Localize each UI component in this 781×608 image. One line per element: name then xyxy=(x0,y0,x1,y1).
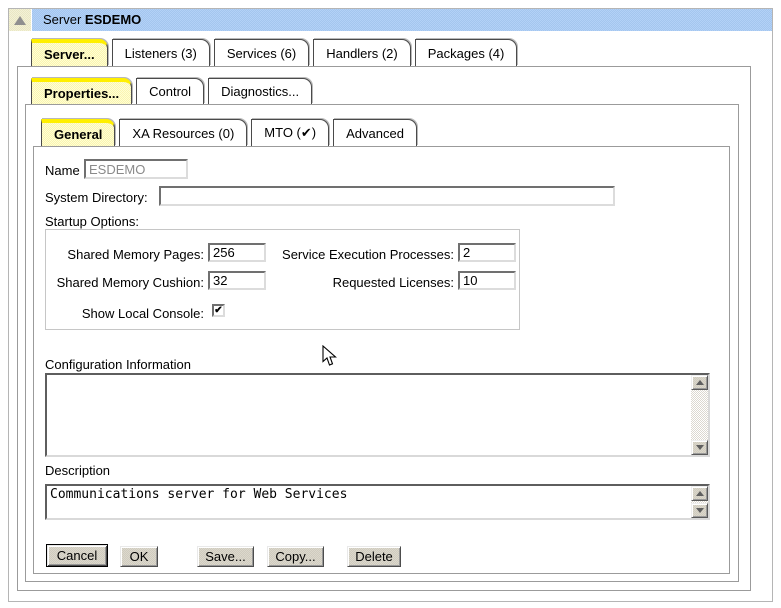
shared-memory-cushion-input[interactable] xyxy=(208,271,266,290)
configuration-information-scrollbar[interactable] xyxy=(691,375,708,455)
properties-panel: General XA Resources (0) MTO (✔) Advance… xyxy=(25,104,739,582)
show-local-console-checkbox[interactable]: ✔ xyxy=(212,304,225,317)
system-directory-label: System Directory: xyxy=(45,190,148,205)
name-label: Name xyxy=(45,163,80,178)
tabrow-server: Server... Listeners (3) Services (6) Han… xyxy=(31,39,521,66)
tab-server[interactable]: Server... xyxy=(31,39,108,66)
tab-handlers[interactable]: Handlers (2) xyxy=(313,39,411,66)
description-textarea[interactable]: Communications server for Web Services xyxy=(47,486,691,518)
startup-options-groupbox: Shared Memory Pages: Service Execution P… xyxy=(45,229,520,330)
triangle-up-icon xyxy=(14,16,26,25)
tab-general[interactable]: General xyxy=(41,119,115,146)
app-window: Server ESDEMO Server... Listeners (3) Se… xyxy=(8,8,773,602)
name-input xyxy=(84,159,188,179)
tab-diagnostics[interactable]: Diagnostics... xyxy=(208,78,312,104)
tab-control[interactable]: Control xyxy=(136,78,204,104)
tabrow-properties: Properties... Control Diagnostics... xyxy=(31,78,316,104)
requested-licenses-input[interactable] xyxy=(458,271,516,290)
shared-memory-cushion-label: Shared Memory Cushion: xyxy=(54,275,204,290)
tab-xa-resources[interactable]: XA Resources (0) xyxy=(119,119,247,146)
configuration-information-textarea[interactable] xyxy=(47,375,691,455)
arrow-down-icon xyxy=(696,445,704,450)
server-name: ESDEMO xyxy=(85,12,141,27)
scroll-down-button[interactable] xyxy=(691,503,708,518)
scroll-up-button[interactable] xyxy=(691,375,708,390)
system-directory-input[interactable] xyxy=(159,186,615,206)
description-label: Description xyxy=(45,463,110,478)
tab-listeners[interactable]: Listeners (3) xyxy=(112,39,210,66)
show-local-console-label: Show Local Console: xyxy=(54,306,204,321)
delete-button[interactable]: Delete xyxy=(347,546,401,567)
scroll-track[interactable] xyxy=(691,390,708,440)
shared-memory-pages-input[interactable] xyxy=(208,243,266,262)
tab-mto[interactable]: MTO (✔) xyxy=(251,119,329,146)
service-execution-processes-input[interactable] xyxy=(458,243,516,262)
configuration-information-label: Configuration Information xyxy=(45,357,191,372)
tab-properties[interactable]: Properties... xyxy=(31,78,132,104)
save-button[interactable]: Save... xyxy=(197,546,254,567)
header-title-prefix: Server xyxy=(43,12,81,27)
arrow-down-icon xyxy=(696,508,704,513)
collapse-icon-box[interactable] xyxy=(9,9,31,31)
server-panel: Properties... Control Diagnostics... Gen… xyxy=(17,66,751,591)
startup-options-label: Startup Options: xyxy=(45,214,139,229)
ok-button[interactable]: OK xyxy=(120,546,158,567)
service-execution-processes-label: Service Execution Processes: xyxy=(264,247,454,262)
scroll-up-button[interactable] xyxy=(691,486,708,501)
copy-button[interactable]: Copy... xyxy=(267,546,324,567)
scroll-down-button[interactable] xyxy=(691,440,708,455)
description-scrollbar[interactable] xyxy=(691,486,708,518)
tab-packages[interactable]: Packages (4) xyxy=(415,39,518,66)
cancel-button[interactable]: Cancel xyxy=(46,544,108,567)
configuration-information-field xyxy=(45,373,710,457)
tab-advanced[interactable]: Advanced xyxy=(333,119,417,146)
description-field: Communications server for Web Services xyxy=(45,484,710,520)
header-title: Server ESDEMO xyxy=(32,9,772,31)
tabrow-general: General XA Resources (0) MTO (✔) Advance… xyxy=(41,119,421,146)
arrow-up-icon xyxy=(696,491,704,496)
general-panel: Name System Directory: Startup Options: … xyxy=(33,146,730,574)
shared-memory-pages-label: Shared Memory Pages: xyxy=(54,247,204,262)
requested-licenses-label: Requested Licenses: xyxy=(264,275,454,290)
arrow-up-icon xyxy=(696,380,704,385)
tab-services[interactable]: Services (6) xyxy=(214,39,309,66)
